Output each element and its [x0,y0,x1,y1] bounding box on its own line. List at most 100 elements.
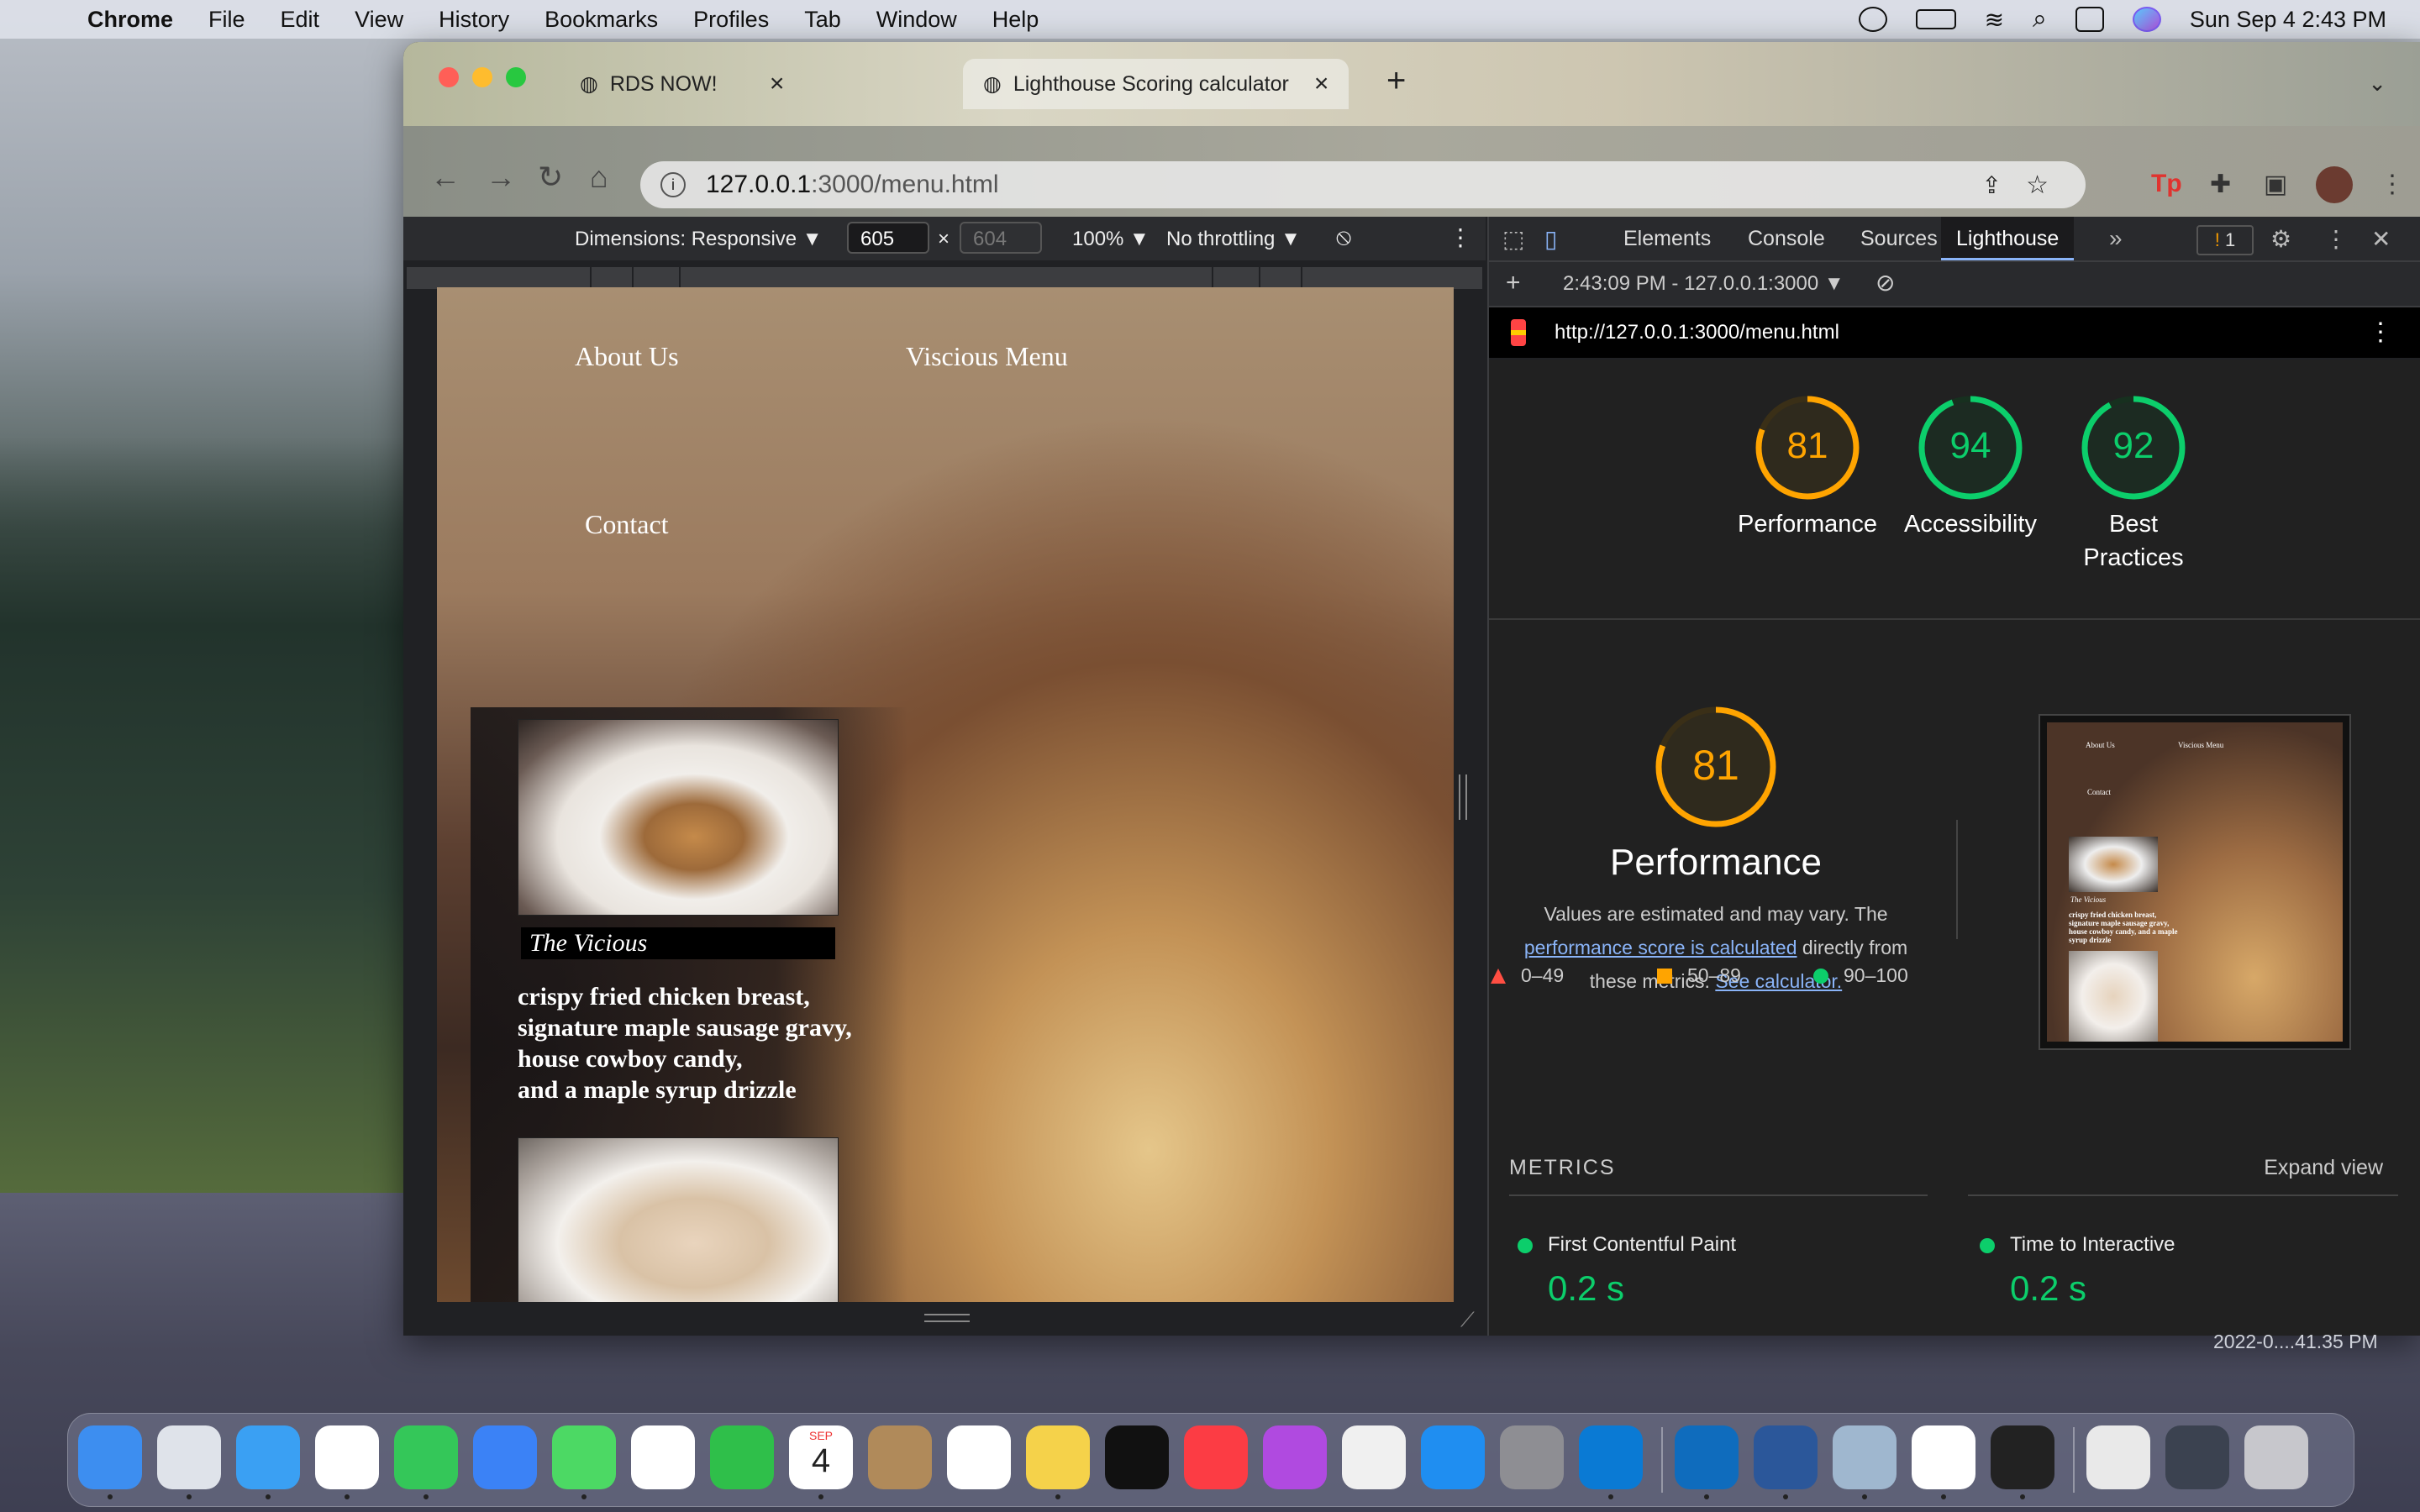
profile-avatar[interactable] [2316,166,2353,203]
zoom-select[interactable]: 100% ▼ [1072,228,1150,251]
throttling-select[interactable]: No throttling ▼ [1166,228,1301,251]
nav-about-us[interactable]: About Us [575,341,679,372]
menu-bookmarks[interactable]: Bookmarks [544,7,658,33]
system-preferences-icon[interactable] [1500,1425,1564,1489]
device-more-icon[interactable]: ⋮ [1449,223,1472,251]
messages-icon[interactable] [394,1425,458,1489]
close-window-button[interactable] [439,67,459,87]
spotlight-search-icon[interactable]: ⌕ [2033,5,2047,34]
tab-console[interactable]: Console [1748,227,1825,251]
menu-tab[interactable]: Tab [804,7,841,33]
apple-tv-icon[interactable] [1105,1425,1169,1489]
zoom-window-button[interactable] [506,67,526,87]
issues-badge[interactable]: ! 1 [2196,225,2254,255]
news-icon[interactable] [1342,1425,1406,1489]
chrome-menu-icon[interactable]: ⋮ [2380,170,2405,199]
share-icon[interactable]: ⇪ [1982,171,2002,199]
menu-history[interactable]: History [439,7,509,33]
tab-rds-now[interactable]: ◍ RDS NOW! × [580,59,784,109]
side-panel-icon[interactable]: ▣ [2264,170,2287,199]
screenshot-stack-icon[interactable] [2165,1425,2229,1489]
back-icon[interactable]: ← [430,160,460,195]
more-tabs-icon[interactable]: » [2109,225,2123,252]
control-center-icon[interactable] [2075,7,2104,32]
folder-stack-icon[interactable] [2086,1425,2150,1489]
close-tab-icon[interactable]: × [770,70,785,98]
minimize-window-button[interactable] [472,67,492,87]
terminal-icon[interactable] [1991,1425,2054,1489]
music-icon[interactable] [1184,1425,1248,1489]
site-info-icon[interactable]: i [660,172,686,197]
nav-viscious-menu[interactable]: Viscious Menu [906,341,1068,372]
contacts-icon[interactable] [868,1425,932,1489]
podcasts-icon[interactable] [1263,1425,1327,1489]
gauge-accessibility[interactable]: 94 Accessibility [1882,393,2059,541]
viewport-width-input[interactable]: 605 [847,222,929,254]
safari-icon[interactable] [236,1425,300,1489]
vscode-icon[interactable] [1579,1425,1643,1489]
extensions-puzzle-icon[interactable]: ✚ [2210,170,2231,199]
address-bar[interactable]: i 127.0.0.1:3000/menu.html ⇪ ☆ [640,161,2086,208]
report-menu-icon[interactable]: ⋮ [2368,318,2393,347]
mail-icon[interactable] [473,1425,537,1489]
slack-icon[interactable] [1912,1425,1975,1489]
tab-elements[interactable]: Elements [1623,227,1711,251]
inspect-element-icon[interactable]: ⬚ [1502,225,1524,253]
battery-icon[interactable] [1915,9,1956,29]
menu-window[interactable]: Window [876,7,957,33]
gauge-performance[interactable]: 81 Performance [1719,393,1896,541]
finder-icon[interactable] [78,1425,142,1489]
report-url[interactable]: http://127.0.0.1:3000/menu.html [1555,321,1839,344]
rotate-icon[interactable]: ⦸ [1336,223,1351,251]
viewport-resize-handle-bottom[interactable] [924,1314,970,1322]
nav-contact[interactable]: Contact [585,509,669,540]
tab-lighthouse[interactable]: Lighthouse [1941,217,2075,260]
menu-view[interactable]: View [355,7,403,33]
devtools-more-icon[interactable]: ⋮ [2324,225,2348,253]
menubar-clock[interactable]: Sun Sep 4 2:43 PM [2190,7,2386,33]
menu-file[interactable]: File [208,7,245,33]
notes-icon[interactable] [1026,1425,1090,1489]
facetime-icon[interactable] [710,1425,774,1489]
new-tab-icon[interactable]: + [1386,62,1406,100]
grammarly-icon[interactable] [1858,7,1887,32]
menu-app-name[interactable]: Chrome [87,7,173,33]
home-icon[interactable]: ⌂ [590,160,608,195]
viewport-resize-handle-right[interactable] [1459,774,1467,820]
settings-gear-icon[interactable]: ⚙ [2270,225,2291,253]
menu-edit[interactable]: Edit [281,7,320,33]
menu-profiles[interactable]: Profiles [693,7,769,33]
close-devtools-icon[interactable]: ✕ [2371,225,2391,253]
viewport-height-input[interactable]: 604 [960,222,1042,254]
tab-lighthouse-calculator[interactable]: ◍ Lighthouse Scoring calculator × [963,59,1349,109]
forward-icon[interactable]: → [486,160,516,195]
trash-icon[interactable] [2244,1425,2308,1489]
wifi-icon[interactable]: ≋ [1985,6,2004,34]
performance-calculated-link[interactable]: performance score is calculated [1524,937,1797,958]
launchpad-icon[interactable] [157,1425,221,1489]
device-toggle-icon[interactable]: ▯ [1544,225,1557,253]
dimensions-select[interactable]: Dimensions: Responsive ▼ [575,228,823,251]
maps-icon[interactable] [552,1425,616,1489]
expand-view-toggle[interactable]: Expand view [2264,1156,2383,1180]
chrome-icon[interactable] [315,1425,379,1489]
tab-sources[interactable]: Sources [1860,227,1938,251]
new-report-icon[interactable]: + [1506,269,1521,297]
gauge-best-practices[interactable]: 92 Best Practices [2045,393,2222,575]
outlook-icon[interactable] [1675,1425,1739,1489]
clear-reports-icon[interactable]: ⊘ [1876,269,1895,297]
app-store-icon[interactable] [1421,1425,1485,1489]
viewport-resize-corner-icon[interactable]: ⟋ [1460,1309,1475,1332]
extension-tp-icon[interactable]: Tp [2151,170,2182,198]
report-selector[interactable]: 2:43:09 PM - 127.0.0.1:3000 ▼ [1563,272,1844,296]
reload-icon[interactable]: ↻ [538,160,563,195]
word-icon[interactable] [1754,1425,1818,1489]
menu-help[interactable]: Help [992,7,1039,33]
close-tab-icon[interactable]: × [1314,70,1329,98]
calendar-icon[interactable]: SEP 4 [789,1425,853,1489]
final-screenshot-thumbnail[interactable]: About Us Viscious Menu Contact The Vicio… [2039,714,2351,1050]
preview-icon[interactable] [1833,1425,1897,1489]
siri-icon[interactable] [2132,7,2161,32]
photos-icon[interactable] [631,1425,695,1489]
reminders-icon[interactable] [947,1425,1011,1489]
